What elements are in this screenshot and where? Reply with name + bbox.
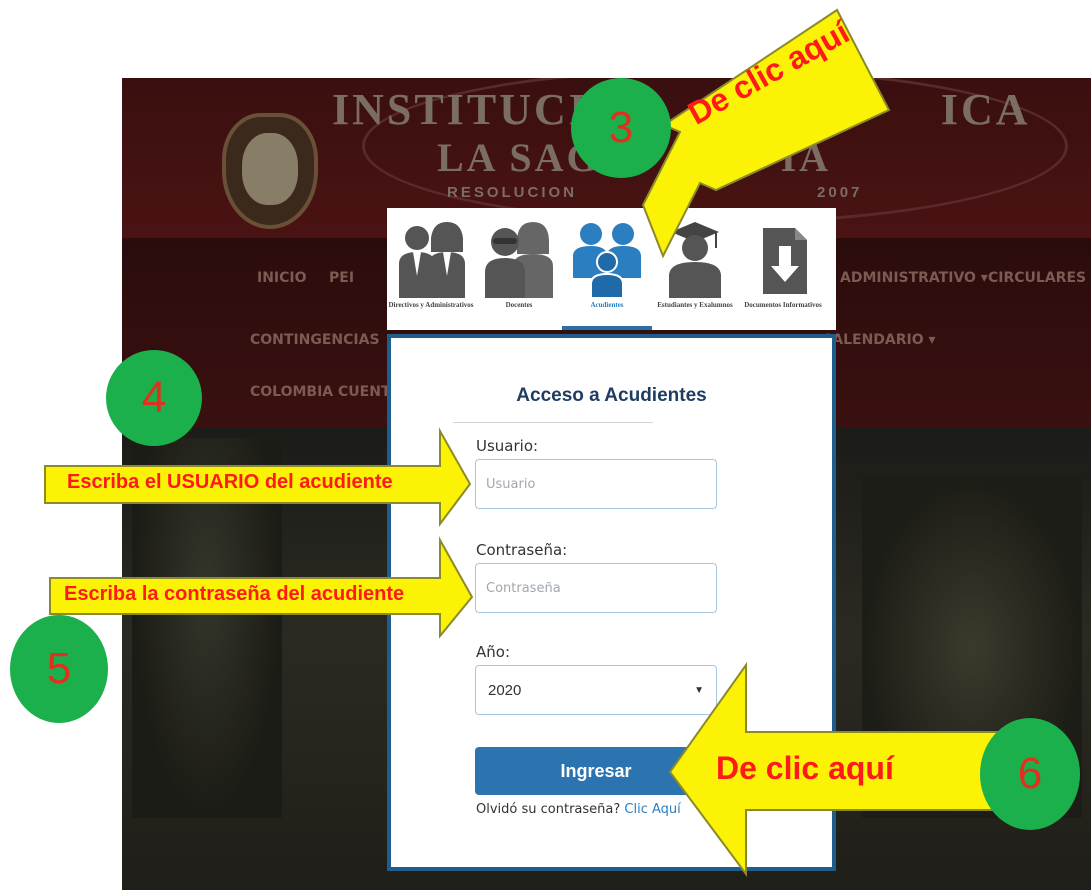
step3-circle: 3 <box>571 78 671 178</box>
step5-circle: 5 <box>10 615 108 723</box>
step6-label: De clic aquí <box>716 750 894 786</box>
step4-circle: 4 <box>106 350 202 446</box>
step4-label: Escriba el USUARIO del acudiente <box>67 471 393 493</box>
step5-label: Escriba la contraseña del acudiente <box>64 583 405 605</box>
step6-circle: 6 <box>980 718 1080 830</box>
